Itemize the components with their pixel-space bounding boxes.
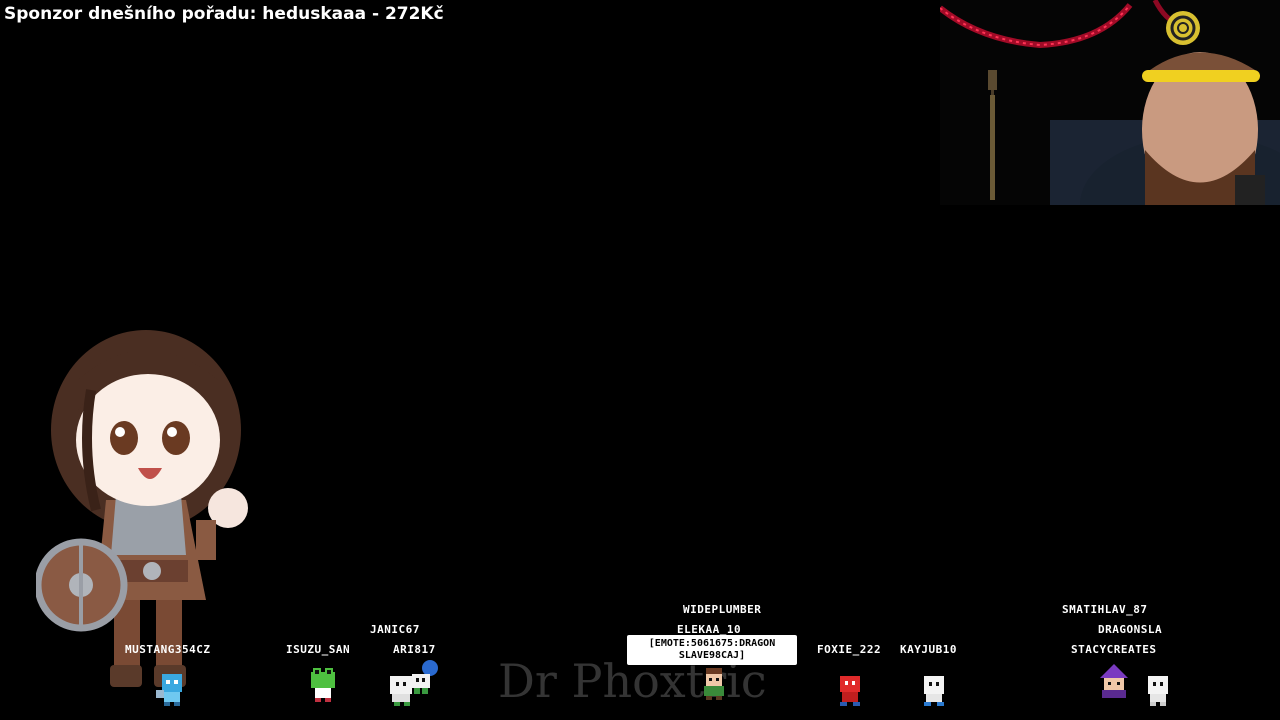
- chat-bubble: [EMOTE:5061675:DRAGON SLAVE98CAJ]: [627, 635, 797, 665]
- viewer-sprite-wizard-icon: [1100, 664, 1128, 698]
- streamer-camera: [1050, 11, 1280, 205]
- viewer-name-tag: ARI817: [393, 643, 436, 656]
- viewer-sprite-white-small-icon: [1148, 676, 1168, 706]
- viewer-name-clip: DRAGONSLA: [1094, 620, 1180, 638]
- webcam-feed: [940, 0, 1280, 205]
- viewer-name-tag: ISUZU_SAN: [286, 643, 351, 656]
- viewer-name-tag: STACYCREATES: [1071, 643, 1157, 656]
- viewer-name-tag: SMATIHLAV_87: [1062, 603, 1148, 616]
- viewer-name-tag: KAYJUB10: [900, 643, 957, 656]
- viewer-name-tag: FOXIE_222: [817, 643, 882, 656]
- viewer-sprite-frog-icon: [311, 668, 335, 702]
- chat-bubble-line: SLAVE98CAJ]: [678, 650, 746, 661]
- viewer-name-tag: MUSTANG354CZ: [125, 643, 211, 656]
- viewer-sprite-red-icon: [840, 676, 860, 706]
- viewer-sprite-blue-icon: [156, 674, 182, 706]
- sponsor-banner: Sponzor dnešního pořadu: heduskaaa - 272…: [4, 4, 444, 24]
- viewer-name-tag: JANIC67: [370, 623, 420, 636]
- viewer-sprite-balloon-icon: [412, 660, 438, 694]
- viewer-sprite-white-blue-icon: [924, 676, 944, 706]
- viewer-sprite-adventurer-icon: [704, 668, 724, 700]
- viewer-name-tag: DRAGONSLA: [1098, 623, 1163, 636]
- guitar-icon: [988, 70, 997, 200]
- viewer-name-tag: WIDEPLUMBER: [683, 603, 762, 616]
- chat-bubble-line: [EMOTE:5061675:DRAGON: [648, 638, 776, 649]
- mascot-warrior-illustration: [36, 330, 248, 687]
